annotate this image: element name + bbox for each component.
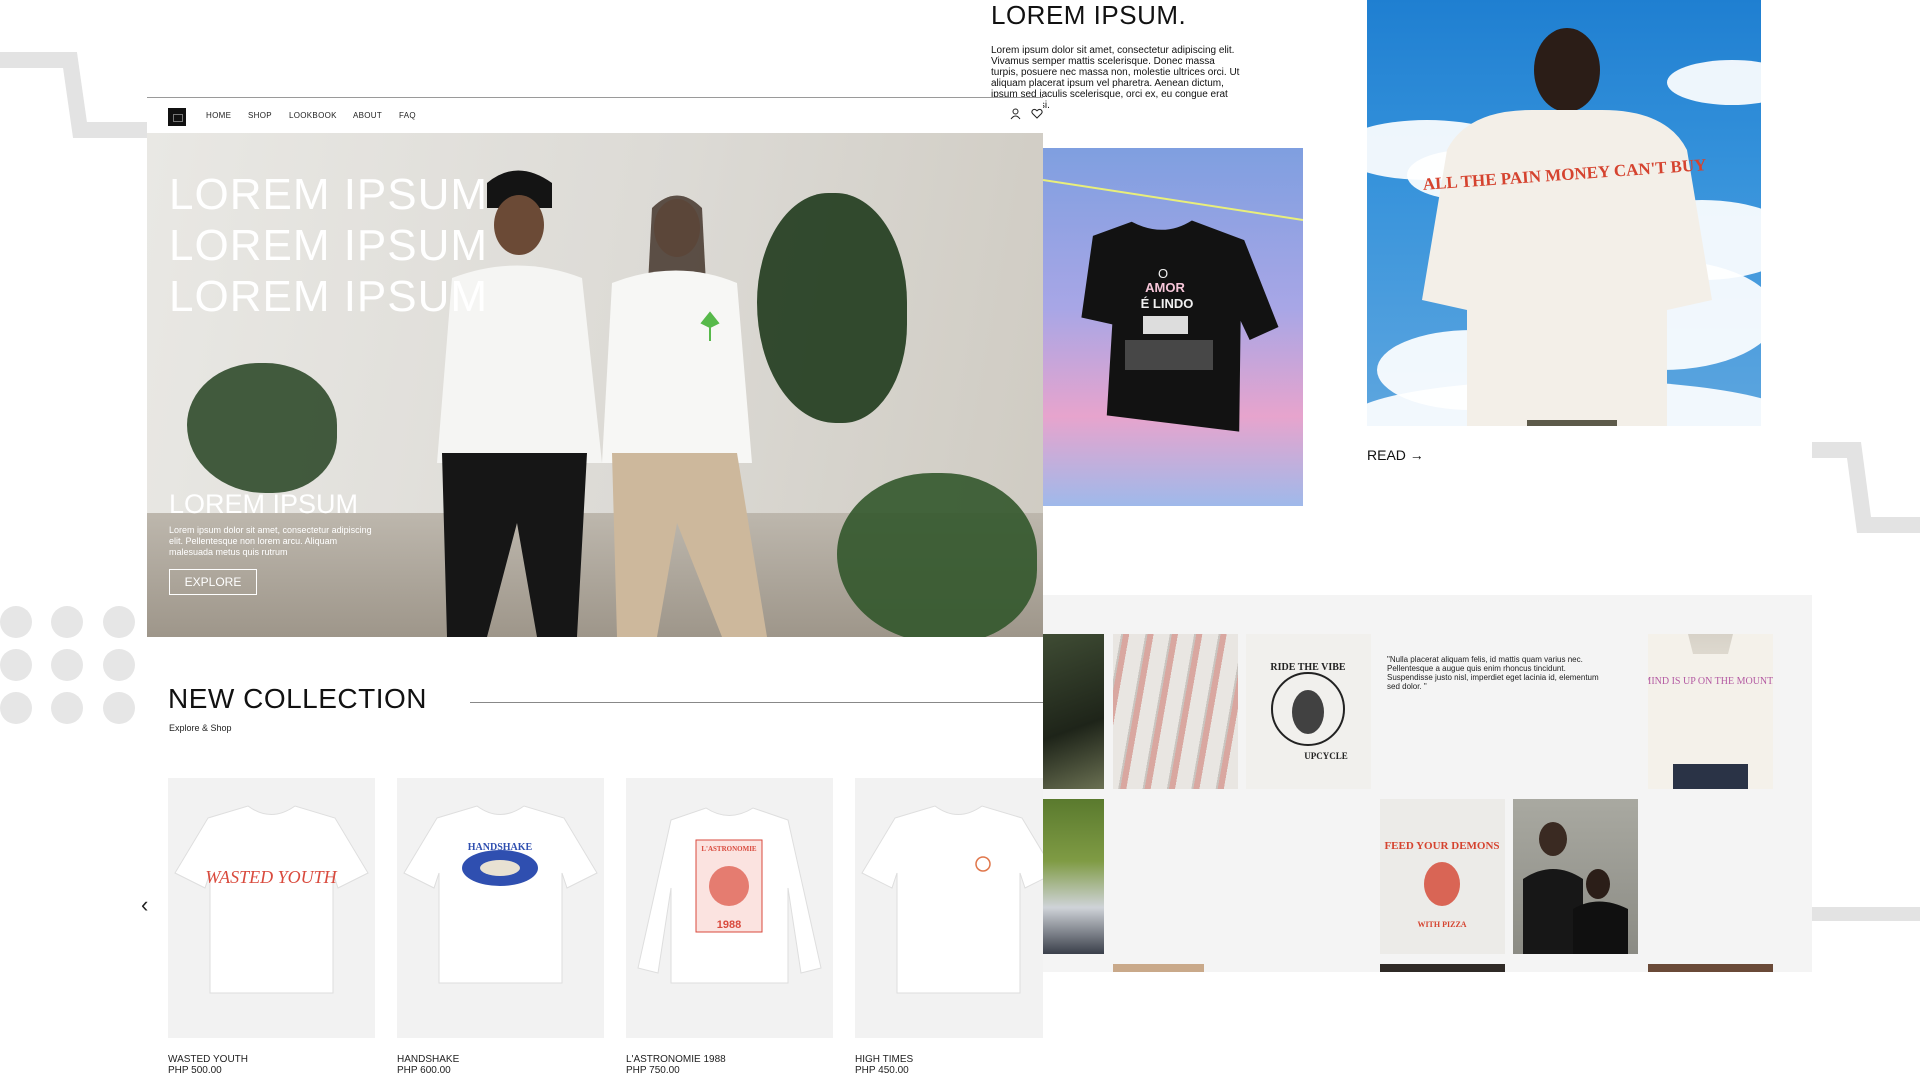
ride-the-vibe-text: RIDE THE VIBE	[1270, 662, 1346, 673]
tshirt-image: HANDSHAKE	[403, 805, 598, 984]
hero-description: Lorem ipsum dolor sit amet, consectetur …	[169, 525, 372, 557]
nav-faq[interactable]: FAQ	[399, 111, 416, 120]
gallery-image-outdoor-1	[1043, 634, 1104, 789]
nav-shop[interactable]: SHOP	[248, 111, 272, 120]
new-collection-subtitle: Explore & Shop	[169, 723, 232, 733]
mountains-shirt-text: MY MIND IS UP ON THE MOUNTAINS	[1648, 676, 1773, 687]
nav-lookbook[interactable]: LOOKBOOK	[289, 111, 337, 120]
hero-subtitle: LOREM IPSUM	[169, 489, 359, 519]
upcycle-text: UPCYCLE	[1304, 751, 1348, 761]
heart-icon[interactable]	[1031, 108, 1043, 121]
product-card-high-times[interactable]	[855, 778, 1043, 1038]
tshirt-image	[861, 805, 1043, 994]
blog-title: LOREM IPSUM.	[991, 0, 1187, 30]
nav-about[interactable]: ABOUT	[353, 111, 382, 120]
gallery-image-row3-1	[1113, 964, 1204, 972]
gallery-image-ride-the-vibe: RIDE THE VIBE UPCYCLE	[1246, 634, 1371, 789]
tshirt-image: WASTED YOUTH	[174, 805, 369, 994]
product-card-handshake[interactable]: HANDSHAKE	[397, 778, 604, 1038]
carousel-prev-icon[interactable]: ‹	[141, 894, 148, 916]
plant-floor-right	[837, 473, 1037, 637]
bar-decoration-right	[1812, 907, 1920, 921]
gallery-quote: "Nulla placerat aliquam felis, id mattis…	[1387, 655, 1599, 691]
product-name[interactable]: L'ASTRONOMIE 1988	[626, 1054, 726, 1065]
gallery-image-feed-your-demons: FEED YOUR DEMONS WITH PIZZA	[1380, 799, 1505, 954]
hero-title-line-1: LOREM IPSUM	[169, 170, 489, 219]
read-link[interactable]: READ →	[1367, 447, 1424, 463]
user-icon[interactable]	[1010, 108, 1021, 122]
gallery-grid: RIDE THE VIBE UPCYCLE "Nulla placerat al…	[1043, 595, 1812, 972]
product-card-wasted-youth[interactable]: WASTED YOUTH	[168, 778, 375, 1038]
product-price: PHP 600.00	[397, 1065, 451, 1076]
site-mockup: HOME SHOP LOOKBOOK ABOUT FAQ LOREM IPSUM…	[141, 97, 1043, 1080]
explore-button[interactable]: EXPLORE	[169, 569, 257, 595]
new-collection-title: NEW COLLECTION	[168, 683, 428, 714]
zigzag-decoration-top-left	[0, 52, 150, 138]
with-pizza-text: WITH PIZZA	[1417, 920, 1466, 929]
product-name[interactable]: HANDSHAKE	[397, 1054, 459, 1065]
nav-home[interactable]: HOME	[206, 111, 231, 120]
zigzag-decoration-right	[1812, 442, 1920, 533]
sky-shirt-text-2: AMOR	[1145, 280, 1185, 295]
sweatshirt-image: L'ASTRONOMIE 1988	[637, 807, 822, 984]
product-price: PHP 500.00	[168, 1065, 222, 1076]
gallery-image-row3-3	[1648, 964, 1773, 972]
top-navigation: HOME SHOP LOOKBOOK ABOUT FAQ	[147, 98, 1043, 133]
product-price: PHP 450.00	[855, 1065, 909, 1076]
product-name[interactable]: HIGH TIMES	[855, 1054, 913, 1065]
sky-shirt-text-1: O	[1158, 266, 1168, 281]
gallery-image-outdoor-2	[1043, 799, 1104, 954]
new-collection-rule	[470, 702, 1043, 703]
lastronomie-print: L'ASTRONOMIE	[701, 845, 757, 853]
gallery-image-couple	[1513, 799, 1638, 954]
wasted-youth-print: WASTED YOUTH	[205, 867, 337, 887]
plant-left	[187, 363, 337, 493]
hero-title: LOREM IPSUM LOREM IPSUM LOREM IPSUM	[169, 169, 488, 322]
sky-shirt-text-3: É LINDO	[1141, 296, 1194, 311]
product-card-lastronomie-1988[interactable]: L'ASTRONOMIE 1988	[626, 778, 833, 1038]
hanging-shirt-image: O AMOR É LINDO	[1043, 148, 1303, 506]
gallery-image-magazines	[1113, 634, 1238, 789]
product-price: PHP 750.00	[626, 1065, 680, 1076]
back-print-shirt-image: ALL THE PAIN MONEY CAN'T BUY	[1367, 0, 1761, 426]
brand-logo[interactable]	[168, 108, 186, 126]
year-print: 1988	[717, 919, 741, 931]
hero-title-line-2: LOREM IPSUM	[169, 221, 489, 270]
hero-banner: LOREM IPSUM LOREM IPSUM LOREM IPSUM LORE…	[147, 133, 1043, 637]
product-name[interactable]: WASTED YOUTH	[168, 1054, 248, 1065]
hero-title-line-3: LOREM IPSUM	[169, 272, 489, 321]
gallery-image-row3-2	[1380, 964, 1505, 972]
feed-your-demons-text: FEED YOUR DEMONS	[1384, 840, 1499, 852]
gallery-image-mountains-shirt: MY MIND IS UP ON THE MOUNTAINS	[1648, 634, 1773, 789]
